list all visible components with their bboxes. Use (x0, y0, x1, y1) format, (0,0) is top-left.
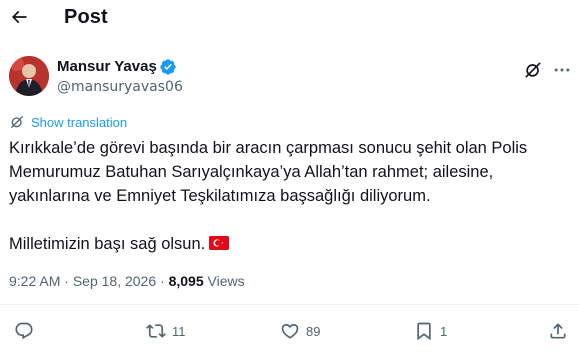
retweet-button[interactable]: 11 (146, 318, 186, 344)
tweet-time[interactable]: 9:22 AM (9, 273, 60, 289)
share-icon (550, 323, 566, 339)
like-count: 89 (306, 323, 321, 339)
handle[interactable]: @mansuryavas06 (57, 79, 183, 95)
divider (0, 304, 579, 305)
bookmark-button[interactable]: 1 (414, 318, 447, 344)
retweet-count: 11 (172, 323, 186, 339)
page-title: Post (64, 6, 108, 28)
tweet-date[interactable]: Sep 18, 2026 (73, 273, 156, 289)
like-icon (281, 323, 299, 339)
bookmark-count: 1 (440, 323, 448, 339)
verified-badge-icon (160, 59, 176, 75)
show-translation-link[interactable]: Show translation (9, 113, 127, 131)
meta-separator-2: · (160, 273, 165, 289)
show-translation-label: Show translation (31, 114, 128, 130)
views-count: 8,095 (168, 273, 204, 289)
tweet-paragraph-1: Kırıkkale’de görevi başında bir aracın ç… (9, 139, 528, 205)
like-button[interactable]: 89 (280, 318, 320, 344)
tweet-paragraph-2-text: Milletimizin başı sağ olsun. (9, 235, 206, 253)
share-button[interactable] (548, 318, 568, 344)
turkey-flag-icon (209, 236, 230, 250)
action-bar: 11 89 1 (0, 318, 579, 344)
tweet-text: Kırıkkale’de görevi başında bir aracın ç… (9, 136, 573, 256)
bookmark-icon (417, 322, 431, 341)
back-arrow-icon (11, 10, 27, 24)
more-icon (554, 68, 570, 72)
more-button[interactable] (551, 60, 573, 80)
grok-button[interactable] (523, 60, 543, 80)
tweet-paragraph-2: Milletimizin başı sağ olsun. (9, 232, 573, 256)
views-label: Views (207, 273, 245, 289)
author-row: Mansur Yavaş @mansuryavas06 (9, 56, 573, 100)
top-bar: Post (0, 0, 579, 36)
avatar-image (9, 56, 49, 96)
reply-button[interactable] (14, 318, 40, 344)
meta-separator: · (64, 273, 69, 289)
avatar[interactable] (9, 56, 49, 96)
back-button[interactable] (6, 4, 32, 30)
translate-icon (11, 116, 23, 128)
display-name[interactable]: Mansur Yavaş (57, 58, 157, 75)
grok-icon (525, 62, 541, 78)
tweet-meta: 9:22 AM · Sep 18, 2026 · 8,095 Views (9, 273, 245, 289)
reply-icon (15, 322, 33, 340)
retweet-icon (146, 324, 166, 338)
